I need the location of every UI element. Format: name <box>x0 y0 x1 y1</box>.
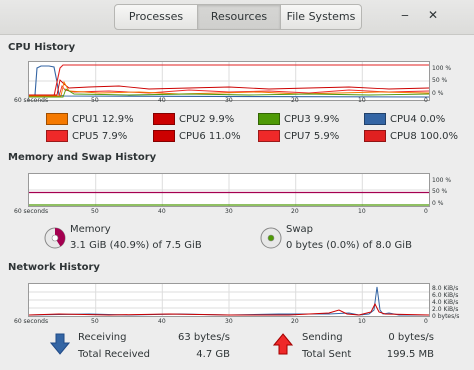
cpu-time-tick: 40 <box>158 97 166 104</box>
mem-tick-50: 50 % <box>432 188 448 195</box>
cpu3-color-swatch[interactable] <box>258 113 280 125</box>
mem-time-tick: 20 <box>291 208 299 215</box>
tab-file-systems[interactable]: File Systems <box>281 5 361 29</box>
cpu6-value: 11.0% <box>208 130 241 142</box>
cpu5-value: 7.9% <box>101 130 128 142</box>
total-received-label: Total Received <box>78 349 151 360</box>
memory-history-graph <box>28 173 430 207</box>
cpu5-label: CPU5 <box>72 130 99 142</box>
cpu-tick-0: 0 % <box>432 90 444 97</box>
cpu4-label: CPU4 <box>390 113 417 125</box>
cpu2-value: 9.9% <box>208 113 235 125</box>
cpu-history-plot <box>29 62 429 100</box>
mem-time-tick: 30 <box>225 208 233 215</box>
cpu4-legend[interactable]: CPU4 0.0% <box>364 112 445 126</box>
cpu-history-title: CPU History <box>8 42 76 53</box>
cpu-time-tick: 0 <box>424 97 428 104</box>
cpu7-label: CPU7 <box>284 130 311 142</box>
memory-label: Memory <box>70 224 111 235</box>
cpu6-legend[interactable]: CPU6 11.0% <box>153 129 241 143</box>
cpu5-legend[interactable]: CPU5 7.9% <box>46 129 127 143</box>
net-tick: 6.0 KiB/s <box>432 292 459 299</box>
total-received-value: 4.7 GB <box>196 349 230 360</box>
memory-value: 3.1 GiB (40.9%) of 7.5 GiB <box>70 240 202 251</box>
cpu8-legend[interactable]: CPU8 100.0% <box>364 129 458 143</box>
receiving-label: Receiving <box>78 332 127 343</box>
cpu1-color-swatch[interactable] <box>46 113 68 125</box>
mem-time-tick: 60 seconds <box>14 208 49 215</box>
mem-time-tick: 10 <box>358 208 366 215</box>
tab-resources[interactable]: Resources <box>198 5 281 29</box>
cpu3-legend[interactable]: CPU3 9.9% <box>258 112 339 126</box>
cpu-time-tick: 10 <box>358 97 366 104</box>
cpu6-color-swatch[interactable] <box>153 130 175 142</box>
total-sent-label: Total Sent <box>302 349 352 360</box>
swap-value: 0 bytes (0.0%) of 8.0 GiB <box>286 240 412 251</box>
cpu7-legend[interactable]: CPU7 5.9% <box>258 129 339 143</box>
tab-processes[interactable]: Processes <box>115 5 198 29</box>
memory-history-title: Memory and Swap History <box>8 152 157 163</box>
cpu7-color-swatch[interactable] <box>258 130 280 142</box>
close-icon[interactable]: ✕ <box>426 8 440 22</box>
net-tick: 2.0 KiB/s <box>432 306 459 313</box>
cpu8-color-swatch[interactable] <box>364 130 386 142</box>
net-time-tick: 40 <box>158 318 166 325</box>
cpu3-label: CPU3 <box>284 113 311 125</box>
cpu-time-tick: 20 <box>291 97 299 104</box>
mem-time-tick: 40 <box>158 208 166 215</box>
net-time-tick: 20 <box>291 318 299 325</box>
memory-color-pie[interactable] <box>44 227 66 249</box>
cpu-time-tick: 50 <box>91 97 99 104</box>
cpu-history-graph <box>28 61 430 101</box>
mem-time-tick: 0 <box>424 208 428 215</box>
cpu1-label: CPU1 <box>72 113 99 125</box>
net-time-tick: 50 <box>91 318 99 325</box>
swap-color-pie[interactable] <box>260 227 282 249</box>
net-tick: 0 bytes/s <box>432 313 460 320</box>
cpu8-label: CPU8 <box>390 130 417 142</box>
cpu4-color-swatch[interactable] <box>364 113 386 125</box>
mem-tick-100: 100 % <box>432 177 452 184</box>
cpu2-color-swatch[interactable] <box>153 113 175 125</box>
cpu-time-tick: 30 <box>225 97 233 104</box>
net-time-tick: 10 <box>358 318 366 325</box>
mem-time-tick: 50 <box>91 208 99 215</box>
receiving-arrow-icon[interactable] <box>49 333 71 355</box>
receiving-value: 63 bytes/s <box>177 332 230 343</box>
cpu-time-tick: 60 seconds <box>14 97 49 104</box>
total-sent-value: 199.5 MB <box>386 349 434 360</box>
network-history-graph <box>28 283 430 317</box>
net-time-tick: 60 seconds <box>14 318 49 325</box>
view-switcher: Processes Resources File Systems <box>114 4 362 30</box>
cpu8-value: 100.0% <box>419 130 459 142</box>
swap-label: Swap <box>286 224 314 235</box>
network-history-plot <box>29 284 429 316</box>
cpu3-value: 9.9% <box>313 113 340 125</box>
cpu-tick-50: 50 % <box>432 77 448 84</box>
cpu5-color-swatch[interactable] <box>46 130 68 142</box>
header-bar: Processes Resources File Systems ‒ ✕ <box>0 0 474 35</box>
cpu7-value: 5.9% <box>313 130 340 142</box>
minimize-icon[interactable]: ‒ <box>398 8 412 22</box>
network-history-title: Network History <box>8 262 100 273</box>
net-tick: 8.0 KiB/s <box>432 285 459 292</box>
net-time-tick: 0 <box>424 318 428 325</box>
cpu1-legend[interactable]: CPU1 12.9% <box>46 112 134 126</box>
cpu1-value: 12.9% <box>101 113 134 125</box>
cpu2-label: CPU2 <box>179 113 206 125</box>
net-tick: 4.0 KiB/s <box>432 299 459 306</box>
memory-history-plot <box>29 174 429 206</box>
sending-arrow-icon[interactable] <box>272 333 294 355</box>
cpu4-value: 0.0% <box>419 113 446 125</box>
sending-value: 0 bytes/s <box>388 332 434 343</box>
cpu2-legend[interactable]: CPU2 9.9% <box>153 112 234 126</box>
mem-tick-0: 0 % <box>432 200 444 207</box>
cpu-tick-100: 100 % <box>432 65 452 72</box>
net-time-tick: 30 <box>225 318 233 325</box>
sending-label: Sending <box>302 332 343 343</box>
cpu6-label: CPU6 <box>179 130 206 142</box>
